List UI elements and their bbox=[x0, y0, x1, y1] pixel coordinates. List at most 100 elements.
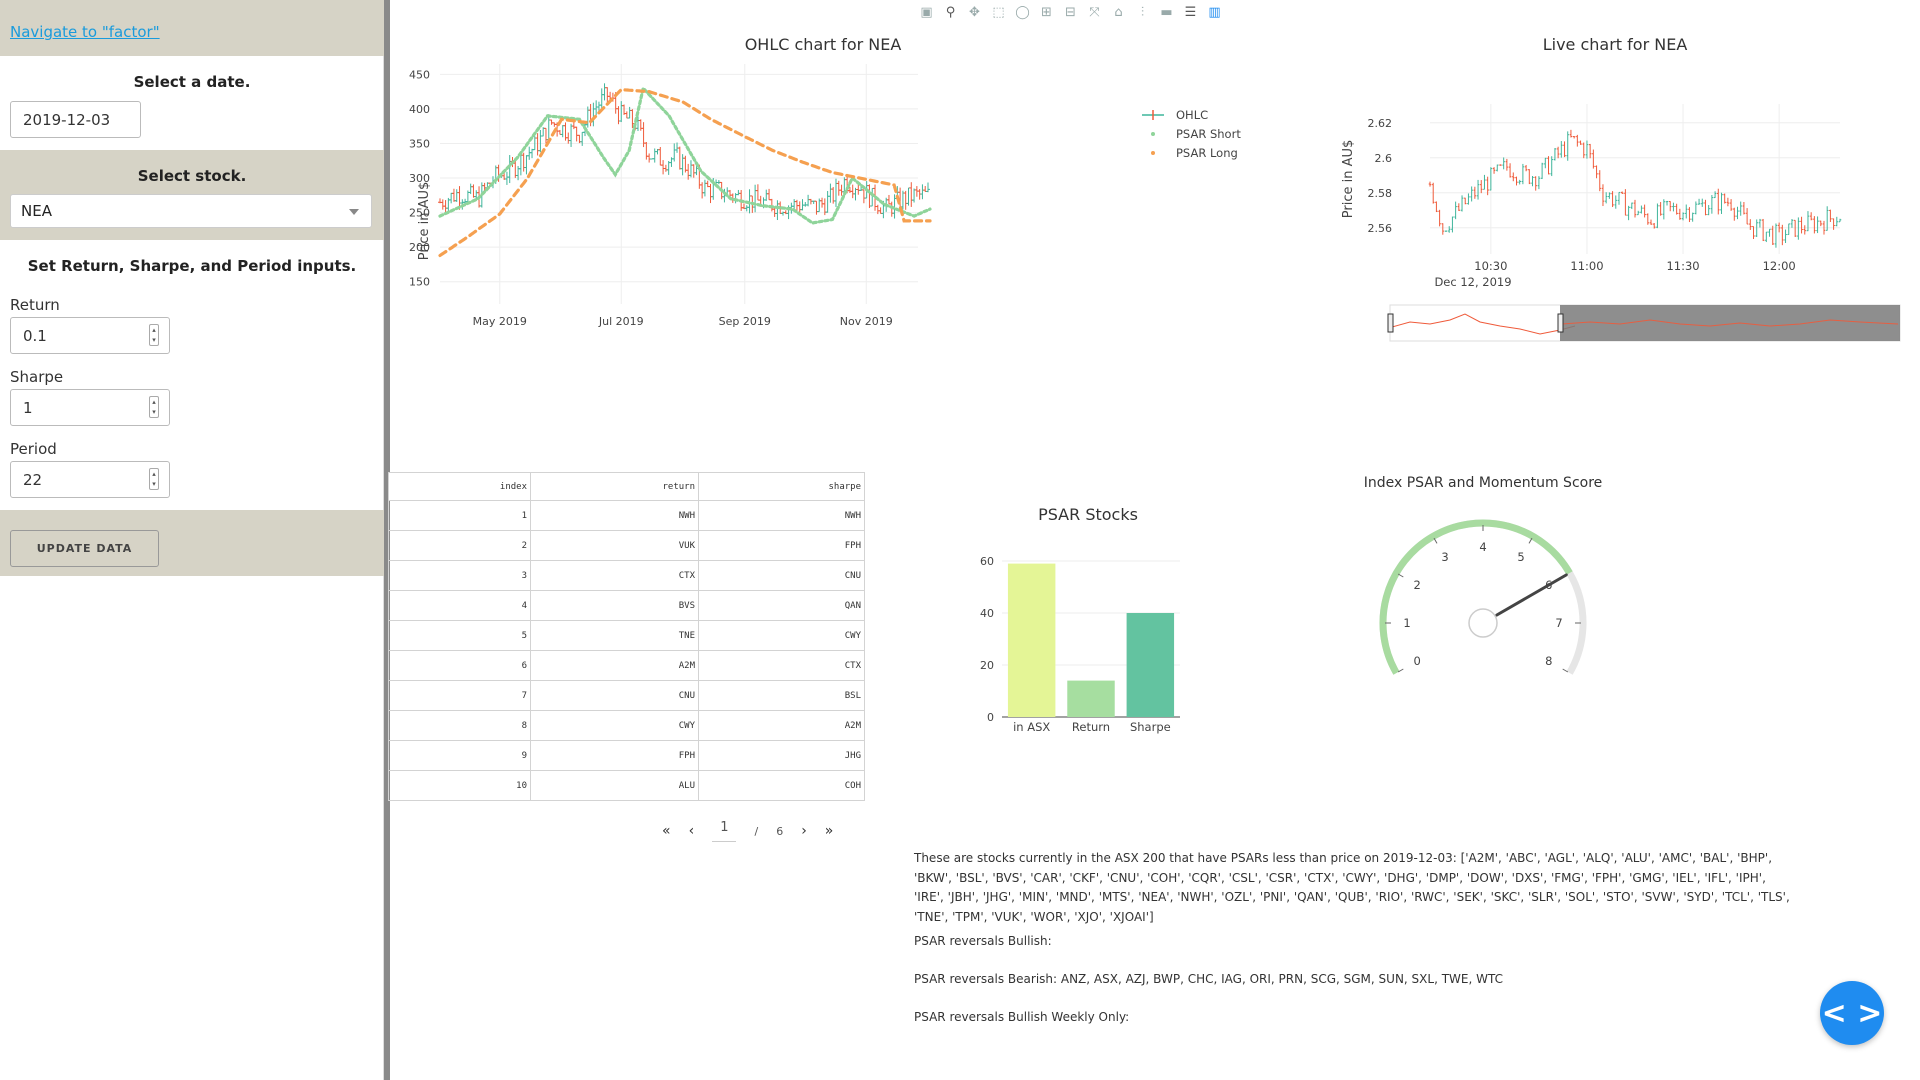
table-cell[interactable]: NWH bbox=[530, 500, 699, 531]
table-cell[interactable]: 8 bbox=[388, 710, 531, 741]
table-cell[interactable]: VUK bbox=[530, 530, 699, 561]
next-page-button[interactable]: › bbox=[801, 823, 807, 839]
reset-axes-icon[interactable]: ⌂ bbox=[1110, 4, 1127, 21]
table-cell[interactable]: 6 bbox=[388, 650, 531, 681]
bearish-reversals-text: PSAR reversals Bearish: ANZ, ASX, AZJ, B… bbox=[914, 972, 1503, 986]
x-tick-label: May 2019 bbox=[473, 315, 527, 328]
spike-lines-icon[interactable]: ⫶ bbox=[1134, 4, 1151, 21]
y-tick-label: 2.58 bbox=[1368, 187, 1393, 200]
previous-page-button[interactable]: ‹ bbox=[689, 823, 695, 839]
column-header-index[interactable]: index bbox=[388, 472, 531, 501]
column-header-sharpe[interactable]: sharpe bbox=[698, 472, 865, 501]
y-axis-label: Price in AU$ bbox=[1341, 140, 1356, 219]
return-input[interactable]: 0.1 ▴ ▾ bbox=[10, 317, 170, 354]
legend-psar-short[interactable]: PSAR Short bbox=[1176, 127, 1241, 141]
period-input[interactable]: 22 ▴ ▾ bbox=[10, 461, 170, 498]
table-row[interactable]: 1 NWH NWH bbox=[388, 500, 865, 531]
zoom-in-icon[interactable]: ⊞ bbox=[1038, 4, 1055, 21]
results-table: index return sharpe 1 NWH NWH 2 VUK FPH 3 CTX… bbox=[388, 472, 865, 801]
chart-title: Index PSAR and Momentum Score bbox=[1364, 475, 1603, 491]
table-cell[interactable]: 5 bbox=[388, 620, 531, 651]
table-row[interactable]: 5 TNE CWY bbox=[388, 620, 865, 651]
table-row[interactable]: 4 BVS QAN bbox=[388, 590, 865, 621]
table-cell[interactable]: 9 bbox=[388, 740, 531, 771]
x-tick-label: 11:30 bbox=[1666, 259, 1699, 273]
table-pagination: « ‹ 1 / 6 › » bbox=[662, 820, 833, 842]
table-cell[interactable]: CWY bbox=[530, 710, 699, 741]
pan-icon[interactable]: ✥ bbox=[966, 4, 983, 21]
range-slider-handle-right[interactable] bbox=[1557, 313, 1564, 333]
y-tick-label: 0 bbox=[987, 711, 994, 724]
lasso-icon[interactable]: ◯ bbox=[1014, 4, 1031, 21]
hover-compare-icon[interactable]: ☰ bbox=[1182, 4, 1199, 21]
x-tick-label: Nov 2019 bbox=[840, 315, 893, 328]
table-row[interactable]: 3 CTX CNU bbox=[388, 560, 865, 591]
table-cell[interactable]: A2M bbox=[530, 650, 699, 681]
legend-ohlc[interactable]: OHLC bbox=[1176, 108, 1208, 122]
range-slider[interactable] bbox=[1387, 304, 1901, 342]
stock-select[interactable]: NEA bbox=[10, 194, 372, 228]
zoom-out-icon[interactable]: ⊟ bbox=[1062, 4, 1079, 21]
navigate-factor-link[interactable]: Navigate to "factor" bbox=[10, 23, 160, 41]
table-cell[interactable]: COH bbox=[698, 770, 865, 801]
table-cell[interactable]: NWH bbox=[698, 500, 865, 531]
stock-select-value: NEA bbox=[21, 202, 52, 220]
bar-return[interactable] bbox=[1067, 680, 1115, 717]
table-cell[interactable]: QAN bbox=[698, 590, 865, 621]
table-header-row: index return sharpe bbox=[388, 472, 865, 501]
first-page-button[interactable]: « bbox=[662, 823, 671, 839]
chevron-down-icon[interactable] bbox=[349, 209, 359, 215]
table-cell[interactable]: CTX bbox=[530, 560, 699, 591]
spinner-icon[interactable]: ▴ ▾ bbox=[149, 324, 159, 346]
table-cell[interactable]: BSL bbox=[698, 680, 865, 711]
chart-title: Live chart for NEA bbox=[1543, 35, 1688, 54]
range-slider-handle-left[interactable] bbox=[1387, 313, 1394, 333]
legend-psar-long[interactable]: PSAR Long bbox=[1176, 146, 1238, 160]
table-cell[interactable]: CNU bbox=[698, 560, 865, 591]
bar-sharpe[interactable] bbox=[1126, 613, 1175, 717]
table-cell[interactable]: FPH bbox=[530, 740, 699, 771]
plotly-logo-icon[interactable]: ▥ bbox=[1206, 4, 1223, 21]
table-row[interactable]: 7 CNU BSL bbox=[388, 680, 865, 711]
y-tick-label: 2.6 bbox=[1375, 152, 1393, 165]
table-cell[interactable]: 4 bbox=[388, 590, 531, 621]
table-cell[interactable]: TNE bbox=[530, 620, 699, 651]
table-cell[interactable]: A2M bbox=[698, 710, 865, 741]
table-row[interactable]: 8 CWY A2M bbox=[388, 710, 865, 741]
table-cell[interactable]: CTX bbox=[698, 650, 865, 681]
table-cell[interactable]: 7 bbox=[388, 680, 531, 711]
autoscale-icon[interactable]: ⤧ bbox=[1086, 4, 1103, 21]
last-page-button[interactable]: » bbox=[825, 823, 834, 839]
column-header-return[interactable]: return bbox=[530, 472, 699, 501]
table-row[interactable]: 9 FPH JHG bbox=[388, 740, 865, 771]
spinner-icon[interactable]: ▴ ▾ bbox=[149, 468, 159, 490]
table-cell[interactable]: 2 bbox=[388, 530, 531, 561]
spinner-icon[interactable]: ▴ ▾ bbox=[149, 396, 159, 418]
table-cell[interactable]: FPH bbox=[698, 530, 865, 561]
momentum-gauge[interactable]: Index PSAR and Momentum Score 012345678 bbox=[1340, 468, 1630, 718]
sharpe-input[interactable]: 1 ▴ ▾ bbox=[10, 389, 170, 426]
code-toggle-button[interactable]: < > bbox=[1820, 981, 1884, 1045]
zoom-icon[interactable]: ⚲ bbox=[942, 4, 959, 21]
update-data-button[interactable]: UPDATE DATA bbox=[10, 530, 159, 567]
table-cell[interactable]: CNU bbox=[530, 680, 699, 711]
box-select-icon[interactable]: ⬚ bbox=[990, 4, 1007, 21]
table-cell[interactable]: JHG bbox=[698, 740, 865, 771]
live-chart[interactable]: Live chart for NEA 2.56 2.58 2.6 2.62 10:30… bbox=[1330, 24, 1910, 354]
psar-stocks-chart[interactable]: PSAR Stocks 0 20 40 60 in ASX Return Sharpe bbox=[960, 500, 1220, 740]
ohlc-chart[interactable]: OHLC chart for NEA 150200250300350400450… bbox=[388, 24, 1258, 364]
camera-icon[interactable]: ▣ bbox=[918, 4, 935, 21]
date-picker-input[interactable]: 2019-12-03 bbox=[10, 101, 141, 138]
table-cell[interactable]: 3 bbox=[388, 560, 531, 591]
current-page-input[interactable]: 1 bbox=[712, 820, 737, 842]
table-cell[interactable]: BVS bbox=[530, 590, 699, 621]
table-cell[interactable]: 1 bbox=[388, 500, 531, 531]
table-row[interactable]: 2 VUK FPH bbox=[388, 530, 865, 561]
hover-closest-icon[interactable]: ▬ bbox=[1158, 4, 1175, 21]
table-row[interactable]: 10 ALU COH bbox=[388, 770, 865, 801]
table-cell[interactable]: CWY bbox=[698, 620, 865, 651]
table-cell[interactable]: ALU bbox=[530, 770, 699, 801]
table-cell[interactable]: 10 bbox=[388, 770, 531, 801]
bar-in-asx[interactable] bbox=[1007, 563, 1056, 717]
table-row[interactable]: 6 A2M CTX bbox=[388, 650, 865, 681]
